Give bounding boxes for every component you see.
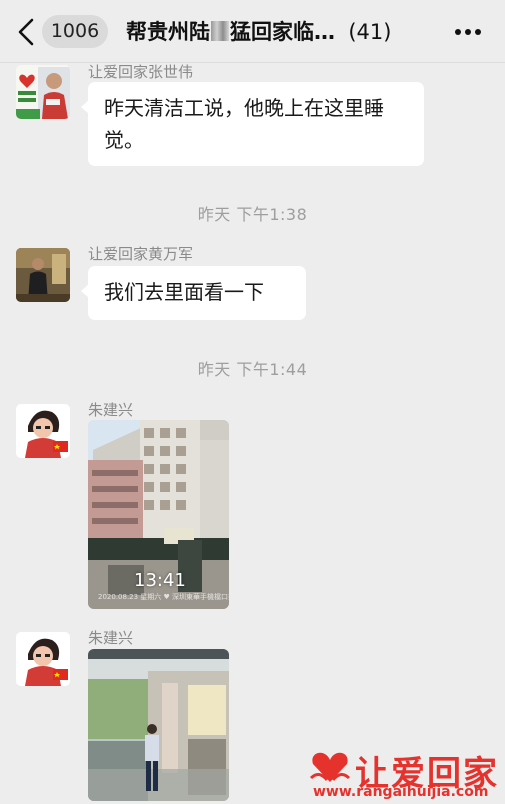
timestamp-separator: 昨天 下午1:38 [197, 205, 308, 224]
site-watermark: 让爱回家 www.rangaihuijia.com [305, 744, 505, 802]
chat-title[interactable]: 帮贵州陆 猛回家临… (41) [126, 14, 426, 50]
chat-title-prefix: 帮贵州陆 [126, 20, 210, 44]
watermark-url: www.rangaihuijia.com [313, 784, 489, 800]
heart-hands-logo-icon [309, 752, 351, 782]
chat-screen: 1006 帮贵州陆 猛回家临… (41) 让爱回家张世伟 昨天清洁工说，他晚上在这… [0, 0, 505, 804]
image-message-thumbnail[interactable] [88, 649, 229, 801]
video-message-thumbnail[interactable]: 13:41 2020.08.23 星期六 ♥ 深圳東華手機檔口拍攝 [88, 420, 229, 609]
avatar-huang-wanjun[interactable] [16, 248, 70, 302]
back-arrow-icon[interactable] [14, 17, 38, 47]
member-count: (41) [348, 20, 392, 44]
chat-header: 1006 帮贵州陆 猛回家临… (41) [0, 0, 505, 63]
avatar-zhang-shiwei[interactable] [16, 65, 70, 119]
blurred-name-segment [211, 21, 229, 41]
sender-name: 朱建兴 [88, 629, 134, 647]
sender-name: 朱建兴 [88, 401, 134, 419]
avatar-zhu-jianxing[interactable] [16, 632, 70, 686]
chat-title-suffix: 猛回家临… [230, 20, 335, 44]
avatar-zhu-jianxing[interactable] [16, 404, 70, 458]
timestamp-separator: 昨天 下午1:44 [197, 360, 308, 379]
more-options-icon[interactable] [452, 22, 484, 42]
sender-name: 让爱回家黄万军 [88, 245, 194, 263]
photo-watermark-stamp: 2020.08.23 星期六 ♥ 深圳東華手機檔口拍攝 [98, 593, 229, 601]
message-bubble[interactable]: 昨天清洁工说，他晚上在这里睡觉。 [81, 82, 424, 166]
sender-name: 让爱回家张世伟 [88, 63, 194, 81]
video-duration: 13:41 [134, 570, 186, 591]
message-bubble[interactable]: 我们去里面看一下 [81, 266, 306, 320]
unread-count-badge[interactable]: 1006 [42, 15, 108, 48]
